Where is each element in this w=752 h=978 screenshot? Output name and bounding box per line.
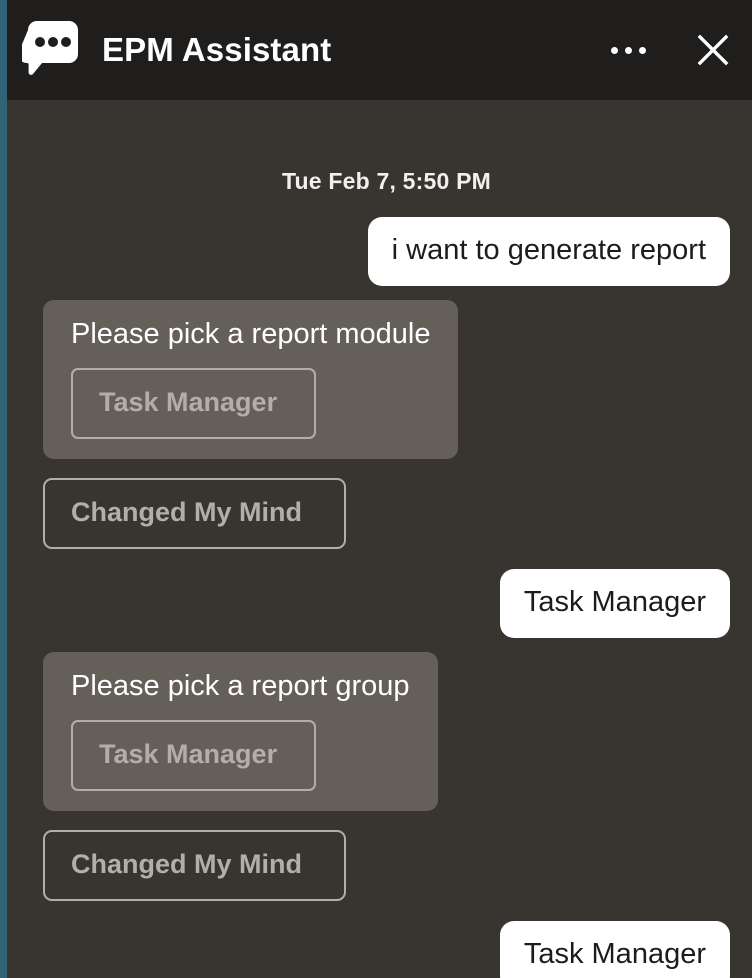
user-message-bubble: Task Manager [499,569,730,638]
close-button[interactable] [696,33,730,67]
chat-bubble-icon [22,21,78,75]
conversation-timestamp: Tue Feb 7, 5:50 PM [282,168,491,194]
quick-reply-row: Changed My Mind [43,811,730,902]
app-brand: EPM Assistant [22,19,605,81]
titlebar: EPM Assistant [7,0,752,100]
bot-message-text: Please pick a report group [71,669,410,702]
chat-panel: EPM Assistant Tue Feb 7, 5:50 PM i want … [7,0,752,978]
ellipsis-icon [605,30,651,70]
message-row: Task Manager [43,569,730,638]
message-list: Tue Feb 7, 5:50 PM i want to generate re… [7,100,752,978]
titlebar-actions [605,30,730,70]
message-row: i want to generate report [43,217,730,286]
quick-reply-changed-my-mind[interactable]: Changed My Mind [43,478,346,550]
message-row: Task Manager [43,921,730,978]
close-icon [697,34,729,66]
message-row: Please pick a report group Task Manager [43,651,730,812]
quick-reply-row: Changed My Mind [43,459,730,550]
quick-reply-changed-my-mind[interactable]: Changed My Mind [43,830,346,902]
user-message-bubble: Task Manager [499,921,730,978]
option-button-task-manager[interactable]: Task Manager [71,720,316,792]
app-title: EPM Assistant [102,31,332,68]
option-button-task-manager[interactable]: Task Manager [71,368,316,440]
user-message-bubble: i want to generate report [367,217,730,286]
bot-message-text: Please pick a report module [71,317,431,350]
message-row: Please pick a report module Task Manager [43,299,730,460]
bot-message-bubble: Please pick a report module Task Manager [43,299,459,460]
bot-message-bubble: Please pick a report group Task Manager [43,651,438,812]
more-options-button[interactable] [605,30,651,70]
